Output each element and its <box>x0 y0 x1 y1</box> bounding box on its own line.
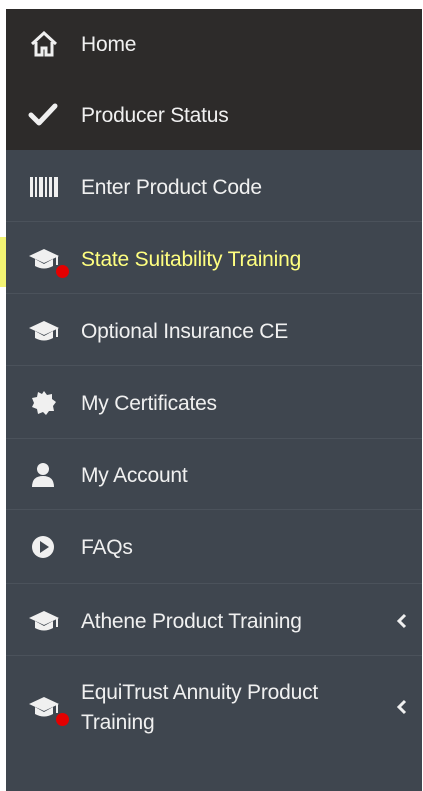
barcode-icon <box>28 174 60 200</box>
notification-dot <box>56 713 69 726</box>
sidebar-item-faqs[interactable]: FAQs <box>6 510 422 584</box>
user-icon <box>28 462 60 488</box>
sidebar-item-state-suitability-training[interactable]: State Suitability Training <box>6 222 422 294</box>
sidebar-item-label: Optional Insurance CE <box>81 320 289 343</box>
sidebar-nav: Home Producer Status Enter Product Code <box>6 9 422 791</box>
certificate-icon <box>28 390 60 416</box>
sidebar-item-label: Producer Status <box>81 104 229 127</box>
sidebar-item-my-certificates[interactable]: My Certificates <box>6 366 422 439</box>
sidebar-item-label: EquiTrust Annuity Product Training <box>81 681 319 734</box>
play-circle-icon <box>28 534 60 560</box>
home-icon <box>28 31 60 57</box>
chevron-left-icon[interactable] <box>396 612 408 630</box>
graduation-cap-icon <box>28 694 60 720</box>
graduation-cap-icon <box>28 318 60 344</box>
graduation-cap-icon <box>28 246 60 272</box>
chevron-left-icon[interactable] <box>396 698 408 716</box>
sidebar-item-label: Home <box>81 33 137 56</box>
sidebar-item-equitrust-annuity-product-training[interactable]: EquiTrust Annuity Product Training <box>6 656 422 756</box>
sidebar-item-label: Athene Product Training <box>81 610 302 633</box>
sidebar-item-my-account[interactable]: My Account <box>6 439 422 510</box>
sidebar-item-label: State Suitability Training <box>81 248 302 271</box>
sidebar-item-label: FAQs <box>81 536 133 559</box>
sidebar-item-label: Enter Product Code <box>81 176 262 199</box>
sidebar-item-label: My Account <box>81 464 188 487</box>
sidebar-item-home[interactable]: Home <box>6 9 422 79</box>
sidebar-item-enter-product-code[interactable]: Enter Product Code <box>6 150 422 222</box>
graduation-cap-icon <box>28 608 60 634</box>
notification-dot <box>56 265 69 278</box>
sidebar-item-label: My Certificates <box>81 392 217 415</box>
checkmark-icon <box>28 102 60 128</box>
sidebar-item-athene-product-training[interactable]: Athene Product Training <box>6 584 422 656</box>
sidebar-item-optional-insurance-ce[interactable]: Optional Insurance CE <box>6 294 422 366</box>
sidebar-item-producer-status[interactable]: Producer Status <box>6 79 422 150</box>
